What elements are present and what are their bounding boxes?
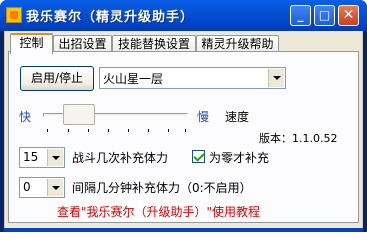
client-area: 控制 出招设置 技能替换设置 精灵升级帮助 启用/停止 火山星一层 快 慢 速度 (4, 31, 363, 228)
help-link[interactable]: 查看"我乐赛尔（升级助手）"使用教程 (57, 203, 260, 220)
battle-count-value: 15 (23, 150, 39, 164)
zero-only-label[interactable]: 为零才补充 (209, 149, 269, 166)
app-icon (6, 7, 22, 23)
slider-tick (88, 129, 89, 132)
window-bottom-border (4, 228, 363, 232)
interval-value: 0 (23, 180, 31, 194)
slider-tick (168, 129, 169, 132)
slider-fast-label: 快 (19, 110, 32, 124)
chevron-down-icon[interactable] (47, 179, 63, 196)
slider-tick (185, 129, 186, 132)
window-title: 我乐赛尔（精灵升级助手） (26, 10, 195, 25)
close-button[interactable]: ✕ (338, 5, 359, 26)
interval-label: 间隔几分钟补充体力（0:不启用） (72, 181, 252, 195)
start-stop-button[interactable]: 启用/停止 (20, 66, 94, 91)
zero-only-checkbox[interactable] (192, 150, 205, 163)
battle-count-label: 战斗几次补充体力 (72, 151, 169, 165)
speed-slider-thumb[interactable] (63, 104, 96, 125)
slider-tick (68, 129, 69, 132)
slider-tick (108, 129, 109, 132)
tab-control[interactable]: 控制 (10, 33, 53, 54)
app-window: 我乐赛尔（精灵升级助手） _ □ ✕ 控制 出招设置 技能替换设置 精灵升级帮助… (0, 0, 367, 232)
scene-select[interactable]: 火山星一层 (99, 67, 286, 89)
slider-tick (148, 129, 149, 132)
version-text: 版本：1.1.0.52 (259, 132, 338, 145)
maximize-button[interactable]: □ (314, 5, 335, 26)
slider-tick (47, 129, 48, 132)
chevron-down-icon[interactable] (47, 149, 63, 166)
scene-select-value: 火山星一层 (103, 72, 164, 86)
control-panel: 启用/停止 火山星一层 快 慢 速度 版本：1.1.0.52 15 战斗几次补充… (8, 51, 359, 223)
minimize-button[interactable]: _ (290, 5, 311, 26)
title-bar[interactable]: 我乐赛尔（精灵升级助手） _ □ ✕ (0, 0, 367, 31)
battle-count-select[interactable]: 15 (19, 147, 65, 168)
chevron-down-icon[interactable] (268, 69, 284, 87)
slider-tick (128, 129, 129, 132)
slider-slow-label: 慢 (197, 110, 210, 124)
speed-label: 速度 (225, 110, 250, 124)
interval-select[interactable]: 0 (19, 177, 65, 198)
